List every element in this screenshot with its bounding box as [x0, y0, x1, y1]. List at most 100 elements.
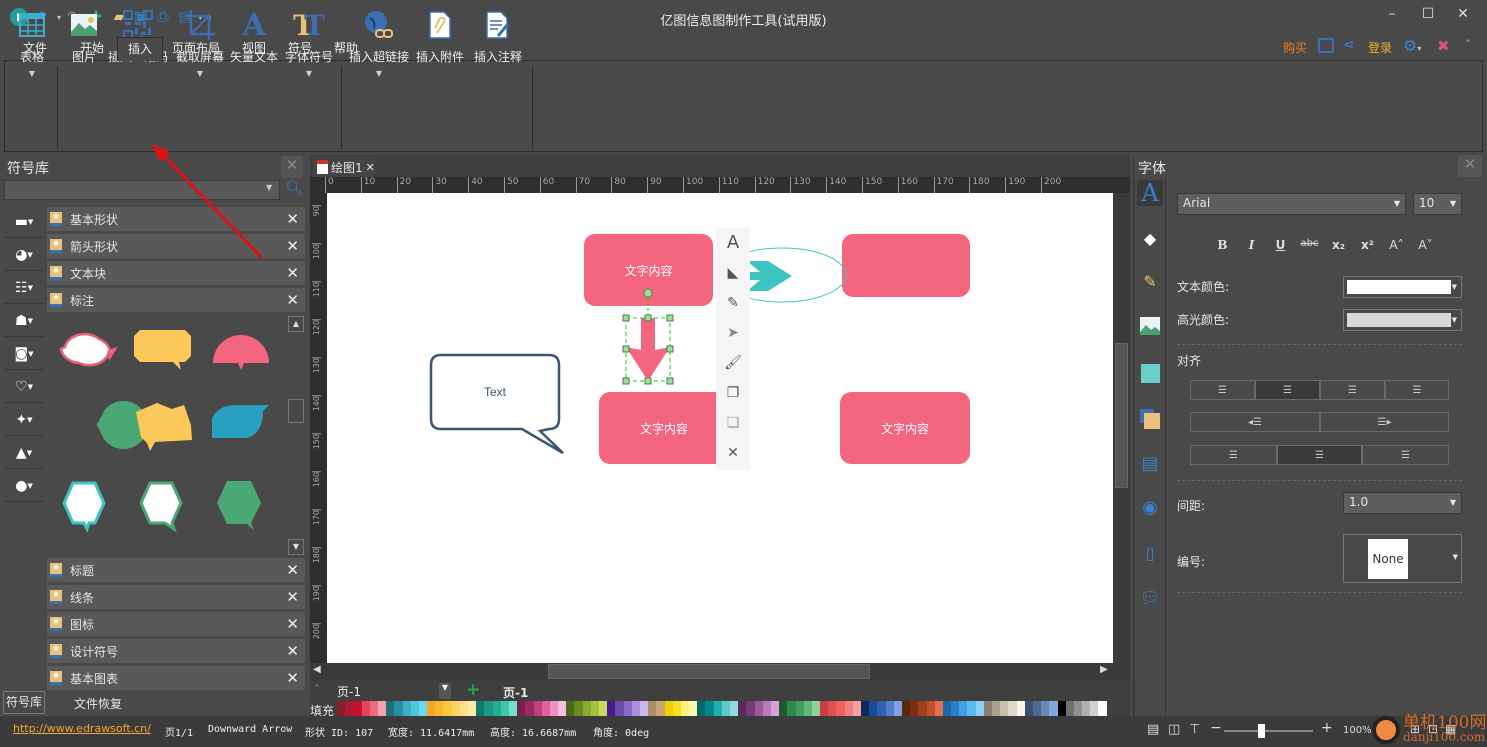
color-swatch[interactable] [861, 701, 870, 716]
color-swatch[interactable] [427, 701, 436, 716]
color-swatch[interactable] [533, 701, 542, 716]
italic-button[interactable]: I [1237, 238, 1266, 252]
color-swatch[interactable] [1008, 701, 1017, 716]
color-swatch[interactable] [525, 701, 534, 716]
scroll-right-button[interactable]: ▶ [1100, 664, 1108, 675]
fill-bucket-icon[interactable]: ◣ [728, 258, 739, 288]
color-swatch[interactable] [656, 701, 665, 716]
zoom-in-button[interactable]: + [1321, 720, 1333, 736]
color-swatch[interactable] [918, 701, 927, 716]
send-to-back-icon[interactable]: ❏ [727, 408, 740, 438]
color-swatch[interactable] [599, 701, 608, 716]
color-swatch[interactable] [484, 701, 493, 716]
align-left-button[interactable]: ☰ [1190, 380, 1255, 400]
font-icon[interactable]: A [727, 228, 739, 258]
zoom-slider-thumb[interactable] [1258, 724, 1266, 738]
color-swatch[interactable] [369, 701, 378, 716]
color-swatch[interactable] [811, 701, 821, 716]
color-swatch[interactable] [443, 701, 452, 716]
color-swatch[interactable] [623, 701, 632, 716]
color-swatch[interactable] [386, 701, 395, 716]
color-swatch[interactable] [754, 701, 763, 716]
color-swatch[interactable] [828, 701, 837, 716]
color-swatch[interactable] [844, 701, 853, 716]
align-top-button[interactable]: ☰ [1190, 445, 1277, 465]
subscript-button[interactable]: x₂ [1324, 238, 1353, 252]
color-swatch[interactable] [1090, 701, 1099, 716]
color-swatch[interactable] [566, 701, 575, 716]
color-swatch[interactable] [738, 701, 747, 716]
color-swatch[interactable] [607, 701, 616, 716]
color-swatch[interactable] [410, 701, 419, 716]
grow-font-button[interactable]: A˄ [1382, 238, 1411, 252]
color-swatch[interactable] [353, 701, 362, 716]
color-swatch[interactable] [402, 701, 411, 716]
color-swatch[interactable] [664, 701, 673, 716]
font-family-select[interactable]: Arial ▼ [1177, 193, 1406, 215]
align-bottom-button[interactable]: ☰ [1362, 445, 1449, 465]
add-page-button[interactable]: + [466, 680, 480, 700]
color-swatch[interactable] [877, 701, 886, 716]
color-swatch[interactable] [639, 701, 649, 716]
color-swatch[interactable] [762, 701, 771, 716]
color-swatch[interactable] [1049, 701, 1058, 716]
superscript-button[interactable]: x² [1353, 238, 1382, 252]
rounded-box-top-right[interactable] [842, 234, 970, 297]
color-swatch[interactable] [468, 701, 477, 716]
color-swatch[interactable] [558, 701, 567, 716]
page-select[interactable]: 页-1 ▼ [333, 683, 455, 699]
color-swatch[interactable] [746, 701, 755, 716]
line-color-icon[interactable]: ✎ [727, 288, 739, 318]
color-swatch[interactable] [885, 701, 894, 716]
color-swatch[interactable] [820, 701, 829, 716]
color-swatch[interactable] [631, 701, 640, 716]
fill-tab-icon[interactable]: ◆ [1137, 225, 1163, 251]
color-swatch[interactable] [951, 701, 960, 716]
color-swatch[interactable] [1065, 701, 1074, 716]
highlight-color-picker[interactable]: ▼ [1343, 309, 1462, 331]
vertical-scrollbar-thumb[interactable] [1115, 343, 1128, 488]
horizontal-scrollbar[interactable]: ◀ ▶ [310, 663, 1130, 680]
bring-to-front-icon[interactable]: ❐ [727, 378, 740, 408]
connector-icon[interactable]: ➤ [727, 318, 739, 348]
font-size-select[interactable]: 10 ▼ [1413, 193, 1462, 215]
tab-insert[interactable]: 插入 [117, 37, 164, 61]
color-swatch[interactable] [942, 701, 952, 716]
align-center-button[interactable]: ☰ [1255, 380, 1320, 400]
color-swatch[interactable] [1016, 701, 1025, 716]
presentation-view-icon[interactable]: ⊤ [1189, 722, 1200, 737]
color-swatch[interactable] [517, 701, 526, 716]
normal-view-icon[interactable]: ▤ [1147, 722, 1159, 737]
color-swatch[interactable] [590, 701, 599, 716]
color-swatch[interactable] [476, 701, 485, 716]
spacing-select[interactable]: 1.0 ▼ [1343, 492, 1462, 514]
color-swatch[interactable] [967, 701, 976, 716]
layer-tab-icon[interactable] [1137, 406, 1163, 432]
collapse-pages-icon[interactable]: ˄ [314, 683, 320, 697]
color-swatch[interactable] [508, 701, 518, 716]
zoom-slider[interactable] [1224, 724, 1313, 738]
color-swatch[interactable] [1000, 701, 1009, 716]
color-swatch[interactable] [435, 701, 444, 716]
color-swatch[interactable] [975, 701, 984, 716]
color-swatch[interactable] [787, 701, 796, 716]
color-swatch[interactable] [1057, 701, 1066, 716]
color-swatch[interactable] [770, 701, 780, 716]
comment-tab-icon[interactable]: 💬︎ [1137, 584, 1163, 610]
color-swatch[interactable] [1073, 701, 1083, 716]
color-swatch[interactable] [1041, 701, 1050, 716]
color-swatch[interactable] [721, 701, 730, 716]
color-swatch[interactable] [934, 701, 943, 716]
color-swatch[interactable] [377, 701, 387, 716]
underline-button[interactable]: U [1266, 238, 1295, 252]
color-swatch[interactable] [680, 701, 690, 716]
color-swatch[interactable] [549, 701, 559, 716]
font-tab-icon[interactable]: A [1137, 179, 1163, 207]
color-swatch[interactable] [615, 701, 624, 716]
color-swatch[interactable] [983, 701, 992, 716]
align-right-button[interactable]: ☰ [1320, 380, 1385, 400]
color-swatch[interactable] [345, 701, 354, 716]
align-justify-button[interactable]: ☰ [1385, 380, 1449, 400]
font-panel-close-button[interactable]: ✕ [1458, 155, 1482, 177]
color-swatch[interactable] [803, 701, 812, 716]
